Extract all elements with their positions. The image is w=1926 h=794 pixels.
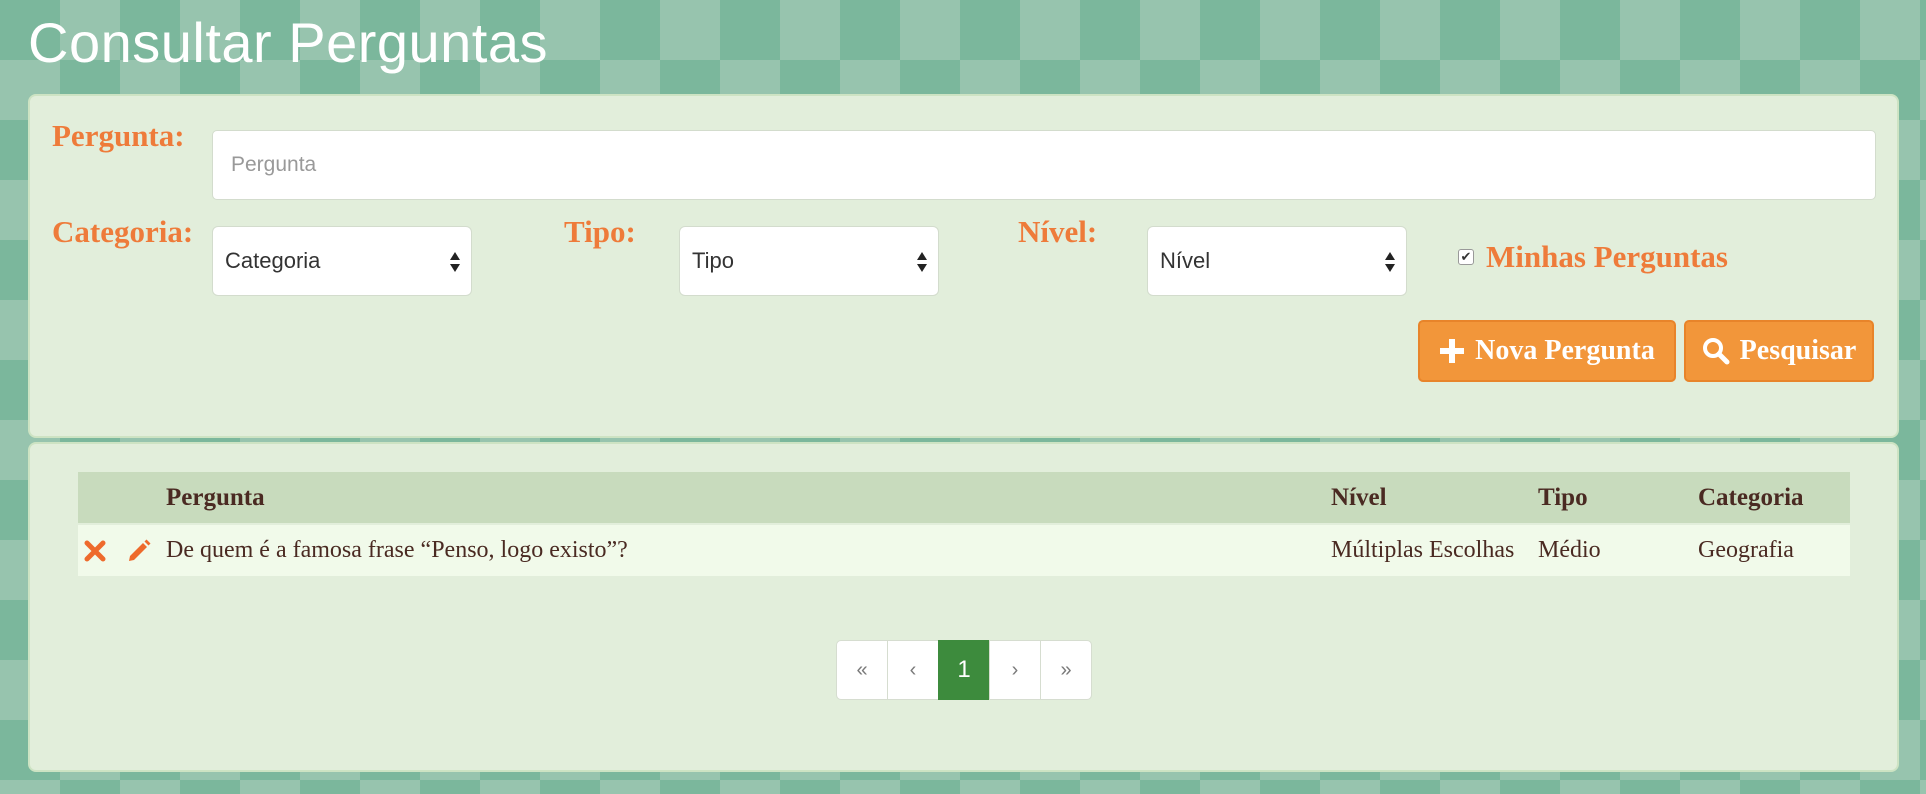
tipo-select-value: Tipo <box>692 248 734 273</box>
cell-tipo: Médio <box>1538 537 1601 563</box>
pencil-icon[interactable] <box>126 538 152 564</box>
cell-nivel: Múltiplas Escolhas <box>1331 537 1515 563</box>
nivel-label: Nível: <box>1018 214 1098 249</box>
page-current-button[interactable]: 1 <box>938 640 990 700</box>
pesquisar-button[interactable]: Pesquisar <box>1684 320 1874 382</box>
sort-arrows-icon <box>450 252 460 272</box>
plus-icon <box>1440 339 1465 363</box>
minhas-perguntas-checkbox[interactable]: ✔ <box>1458 249 1474 265</box>
row-actions <box>78 524 166 576</box>
pesquisar-label: Pesquisar <box>1739 335 1857 366</box>
nova-pergunta-label: Nova Pergunta <box>1475 335 1655 366</box>
tipo-label: Tipo: <box>564 214 636 249</box>
pergunta-input[interactable] <box>212 130 1876 200</box>
minhas-perguntas-toggle[interactable]: ✔ Minhas Perguntas <box>1458 239 1728 275</box>
page-prev-button[interactable]: ‹ <box>887 640 939 700</box>
page-last-button[interactable]: » <box>1040 640 1092 700</box>
results-panel: Pergunta Nível Tipo Categoria De quem é … <box>28 442 1899 772</box>
cell-pergunta: De quem é a famosa frase “Penso, logo ex… <box>166 537 628 563</box>
header-categoria[interactable]: Categoria <box>1698 472 1850 524</box>
table-header-row: Pergunta Nível Tipo Categoria <box>78 472 1850 524</box>
page-title: Consultar Perguntas <box>28 11 549 74</box>
categoria-label: Categoria: <box>52 214 194 249</box>
table-row: De quem é a famosa frase “Penso, logo ex… <box>78 524 1850 576</box>
header-pergunta[interactable]: Pergunta <box>166 472 1331 524</box>
nivel-select-value: Nível <box>1160 248 1211 273</box>
categoria-select-value: Categoria <box>225 248 321 273</box>
sort-arrows-icon <box>1385 252 1395 272</box>
pergunta-label: Pergunta: <box>52 118 185 153</box>
header-tipo[interactable]: Tipo <box>1538 472 1698 524</box>
tipo-select[interactable]: Tipo <box>679 226 939 296</box>
nova-pergunta-button[interactable]: Nova Pergunta <box>1418 320 1676 382</box>
search-panel: Pergunta: Categoria: Categoria Tipo: Tip… <box>28 94 1899 438</box>
sort-arrows-icon <box>917 252 927 272</box>
questions-table: Pergunta Nível Tipo Categoria De quem é … <box>78 472 1850 576</box>
page-next-button[interactable]: › <box>989 640 1041 700</box>
page-first-button[interactable]: « <box>836 640 888 700</box>
header-nivel[interactable]: Nível <box>1331 472 1538 524</box>
minhas-perguntas-label: Minhas Perguntas <box>1486 239 1728 274</box>
header-actions <box>78 472 166 524</box>
pagination: « ‹ 1 › » <box>836 640 1092 700</box>
nivel-select[interactable]: Nível <box>1147 226 1407 296</box>
search-icon <box>1702 338 1730 365</box>
cell-categoria: Geografia <box>1698 537 1794 563</box>
close-icon[interactable] <box>84 540 106 562</box>
categoria-select[interactable]: Categoria <box>212 226 472 296</box>
